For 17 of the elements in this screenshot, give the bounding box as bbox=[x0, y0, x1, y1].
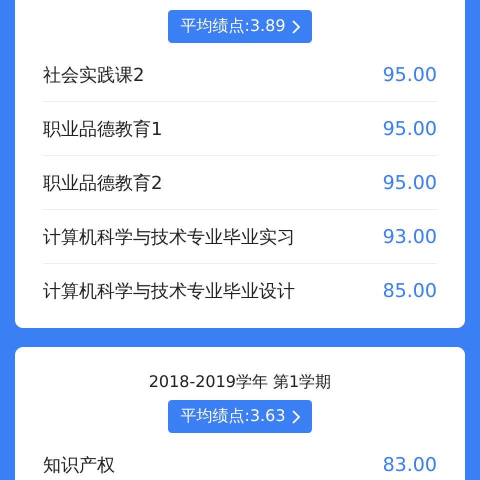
chevron-right-icon bbox=[292, 410, 300, 424]
course-name: 计算机科学与技术专业毕业设计 bbox=[43, 280, 295, 302]
course-name: 知识产权 bbox=[43, 454, 115, 476]
course-name: 职业品德教育1 bbox=[43, 118, 162, 140]
course-name: 职业品德教育2 bbox=[43, 172, 162, 194]
semester-title: 2018-2019学年 第1学期 bbox=[148, 371, 332, 393]
gpa-button[interactable]: 平均绩点:3.89 bbox=[168, 10, 312, 43]
course-score: 93.00 bbox=[382, 226, 437, 248]
course-score: 95.00 bbox=[382, 64, 437, 86]
course-name: 计算机科学与技术专业毕业实习 bbox=[43, 226, 295, 248]
chevron-right-icon bbox=[292, 20, 300, 34]
course-name: 社会实践课2 bbox=[43, 64, 144, 86]
course-score: 95.00 bbox=[382, 172, 437, 194]
course-score: 83.00 bbox=[382, 454, 437, 476]
course-score: 85.00 bbox=[382, 280, 437, 302]
course-score: 95.00 bbox=[382, 118, 437, 140]
gpa-button[interactable]: 平均绩点:3.63 bbox=[168, 400, 312, 433]
